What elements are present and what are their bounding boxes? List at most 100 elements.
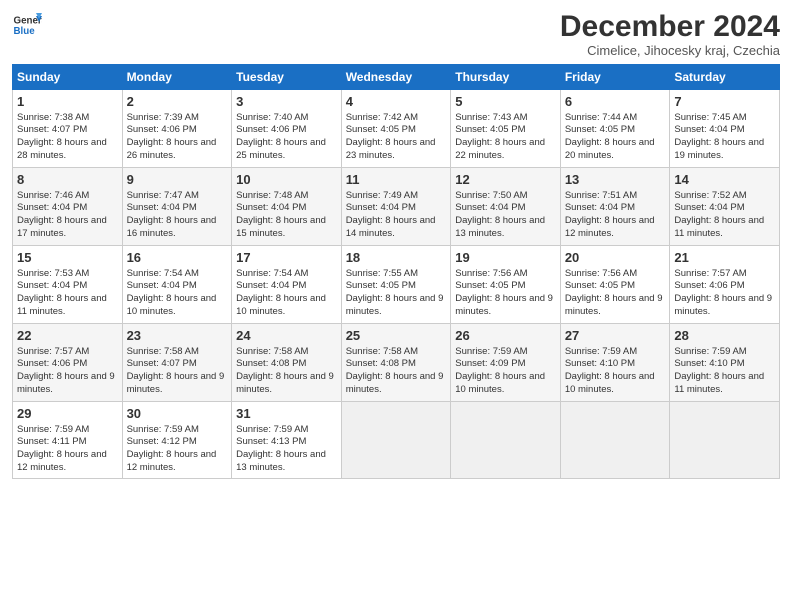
sunrise-text: Sunrise: 7:45 AM bbox=[674, 112, 746, 123]
day-number: 28 bbox=[674, 327, 775, 345]
daylight-text: Daylight: 8 hours and 12 minutes. bbox=[565, 215, 655, 239]
sunset-text: Sunset: 4:05 PM bbox=[455, 280, 525, 291]
sunrise-text: Sunrise: 7:50 AM bbox=[455, 190, 527, 201]
col-monday: Monday bbox=[122, 65, 232, 90]
sunrise-text: Sunrise: 7:59 AM bbox=[565, 346, 637, 357]
daylight-text: Daylight: 8 hours and 22 minutes. bbox=[455, 137, 545, 161]
sunrise-text: Sunrise: 7:53 AM bbox=[17, 268, 89, 279]
calendar-week-row: 29Sunrise: 7:59 AMSunset: 4:11 PMDayligh… bbox=[13, 402, 780, 479]
daylight-text: Daylight: 8 hours and 9 minutes. bbox=[346, 371, 444, 395]
sunset-text: Sunset: 4:06 PM bbox=[674, 280, 744, 291]
day-number: 12 bbox=[455, 171, 556, 189]
sunrise-text: Sunrise: 7:55 AM bbox=[346, 268, 418, 279]
daylight-text: Daylight: 8 hours and 12 minutes. bbox=[17, 449, 107, 473]
sunset-text: Sunset: 4:05 PM bbox=[346, 280, 416, 291]
month-title: December 2024 bbox=[560, 10, 780, 43]
calendar-day-cell bbox=[341, 402, 451, 479]
calendar-day-cell: 4Sunrise: 7:42 AMSunset: 4:05 PMDaylight… bbox=[341, 90, 451, 168]
calendar-container: General Blue December 2024 Cimelice, Jih… bbox=[0, 0, 792, 487]
calendar-week-row: 1Sunrise: 7:38 AMSunset: 4:07 PMDaylight… bbox=[13, 90, 780, 168]
sunrise-text: Sunrise: 7:47 AM bbox=[127, 190, 199, 201]
calendar-day-cell: 10Sunrise: 7:48 AMSunset: 4:04 PMDayligh… bbox=[232, 168, 342, 246]
calendar-day-cell: 15Sunrise: 7:53 AMSunset: 4:04 PMDayligh… bbox=[13, 246, 123, 324]
day-number: 2 bbox=[127, 93, 228, 111]
sunrise-text: Sunrise: 7:57 AM bbox=[17, 346, 89, 357]
day-number: 22 bbox=[17, 327, 118, 345]
calendar-day-cell: 9Sunrise: 7:47 AMSunset: 4:04 PM Daylight… bbox=[122, 168, 232, 246]
calendar-week-row: 22Sunrise: 7:57 AMSunset: 4:06 PM Dayligh… bbox=[13, 324, 780, 402]
sunset-text: Sunset: 4:04 PM bbox=[236, 280, 306, 291]
day-number: 7 bbox=[674, 93, 775, 111]
daylight-text: Daylight: 8 hours and 14 minutes. bbox=[346, 215, 436, 239]
subtitle: Cimelice, Jihocesky kraj, Czechia bbox=[560, 43, 780, 58]
day-number: 16 bbox=[127, 249, 228, 267]
col-tuesday: Tuesday bbox=[232, 65, 342, 90]
calendar-day-cell: 21Sunrise: 7:57 AMSunset: 4:06 PMDayligh… bbox=[670, 246, 780, 324]
sunrise-text: Sunrise: 7:56 AM bbox=[565, 268, 637, 279]
sunset-text: Sunset: 4:04 PM bbox=[455, 202, 525, 213]
sunrise-text: Sunrise: 7:38 AM bbox=[17, 112, 89, 123]
sunset-text: Sunset: 4:10 PM bbox=[674, 358, 744, 369]
day-number: 19 bbox=[455, 249, 556, 267]
sunset-text: Sunset: 4:13 PM bbox=[236, 436, 306, 447]
day-number: 15 bbox=[17, 249, 118, 267]
sunset-text: Sunset: 4:04 PM bbox=[17, 280, 87, 291]
sunset-text: Sunset: 4:05 PM bbox=[565, 124, 635, 135]
sunrise-text: Sunrise: 7:40 AM bbox=[236, 112, 308, 123]
day-number: 11 bbox=[346, 171, 447, 189]
day-number: 30 bbox=[127, 405, 228, 423]
calendar-day-cell: 27Sunrise: 7:59 AMSunset: 4:10 PMDayligh… bbox=[560, 324, 670, 402]
daylight-text: Daylight: 8 hours and 12 minutes. bbox=[127, 449, 217, 473]
calendar-day-cell: 6Sunrise: 7:44 AMSunset: 4:05 PMDaylight… bbox=[560, 90, 670, 168]
calendar-day-cell: 26Sunrise: 7:59 AMSunset: 4:09 PMDayligh… bbox=[451, 324, 561, 402]
sunset-text: Sunset: 4:04 PM bbox=[674, 124, 744, 135]
sunrise-text: Sunrise: 7:58 AM bbox=[346, 346, 418, 357]
calendar-day-cell: 30Sunrise: 7:59 AMSunset: 4:12 PMDayligh… bbox=[122, 402, 232, 479]
daylight-text: Daylight: 8 hours and 10 minutes. bbox=[455, 371, 545, 395]
sunset-text: Sunset: 4:05 PM bbox=[455, 124, 525, 135]
day-number: 27 bbox=[565, 327, 666, 345]
sunrise-text: Sunrise: 7:56 AM bbox=[455, 268, 527, 279]
daylight-text: Daylight: 8 hours and 9 minutes. bbox=[236, 371, 334, 395]
daylight-text: Daylight: 8 hours and 13 minutes. bbox=[455, 215, 545, 239]
calendar-week-row: 15Sunrise: 7:53 AMSunset: 4:04 PMDayligh… bbox=[13, 246, 780, 324]
day-number: 9 bbox=[127, 171, 228, 189]
calendar-day-cell: 14Sunrise: 7:52 AMSunset: 4:04 PMDayligh… bbox=[670, 168, 780, 246]
sunrise-text: Sunrise: 7:42 AM bbox=[346, 112, 418, 123]
calendar-day-cell: 5Sunrise: 7:43 AMSunset: 4:05 PMDaylight… bbox=[451, 90, 561, 168]
title-block: December 2024 Cimelice, Jihocesky kraj, … bbox=[560, 10, 780, 58]
sunset-text: Sunset: 4:11 PM bbox=[17, 436, 87, 447]
sunrise-text: Sunrise: 7:39 AM bbox=[127, 112, 199, 123]
sunset-text: Sunset: 4:04 PM bbox=[236, 202, 306, 213]
sunset-text: Sunset: 4:07 PM bbox=[127, 358, 197, 369]
sunrise-text: Sunrise: 7:59 AM bbox=[236, 424, 308, 435]
sunset-text: Sunset: 4:07 PM bbox=[17, 124, 87, 135]
calendar-day-cell bbox=[560, 402, 670, 479]
sunset-text: Sunset: 4:06 PM bbox=[17, 358, 87, 369]
daylight-text: Daylight: 8 hours and 9 minutes. bbox=[346, 293, 444, 317]
sunset-text: Sunset: 4:08 PM bbox=[346, 358, 416, 369]
daylight-text: Daylight: 8 hours and 25 minutes. bbox=[236, 137, 326, 161]
sunset-text: Sunset: 4:04 PM bbox=[127, 202, 197, 213]
sunset-text: Sunset: 4:09 PM bbox=[455, 358, 525, 369]
day-number: 14 bbox=[674, 171, 775, 189]
calendar-day-cell bbox=[451, 402, 561, 479]
daylight-text: Daylight: 8 hours and 11 minutes. bbox=[674, 371, 764, 395]
day-number: 6 bbox=[565, 93, 666, 111]
daylight-text: Daylight: 8 hours and 16 minutes. bbox=[127, 215, 217, 239]
calendar-day-cell bbox=[670, 402, 780, 479]
calendar-day-cell: 11Sunrise: 7:49 AMSunset: 4:04 PMDayligh… bbox=[341, 168, 451, 246]
logo-icon: General Blue bbox=[12, 10, 42, 40]
sunset-text: Sunset: 4:04 PM bbox=[346, 202, 416, 213]
calendar-week-row: 8Sunrise: 7:46 AMSunset: 4:04 PMDaylight… bbox=[13, 168, 780, 246]
day-number: 13 bbox=[565, 171, 666, 189]
daylight-text: Daylight: 8 hours and 9 minutes. bbox=[455, 293, 553, 317]
sunset-text: Sunset: 4:04 PM bbox=[565, 202, 635, 213]
header-row: Sunday Monday Tuesday Wednesday Thursday… bbox=[13, 65, 780, 90]
sunset-text: Sunset: 4:04 PM bbox=[17, 202, 87, 213]
col-friday: Friday bbox=[560, 65, 670, 90]
day-number: 3 bbox=[236, 93, 337, 111]
day-number: 23 bbox=[127, 327, 228, 345]
sunset-text: Sunset: 4:12 PM bbox=[127, 436, 197, 447]
daylight-text: Daylight: 8 hours and 9 minutes. bbox=[127, 371, 225, 395]
